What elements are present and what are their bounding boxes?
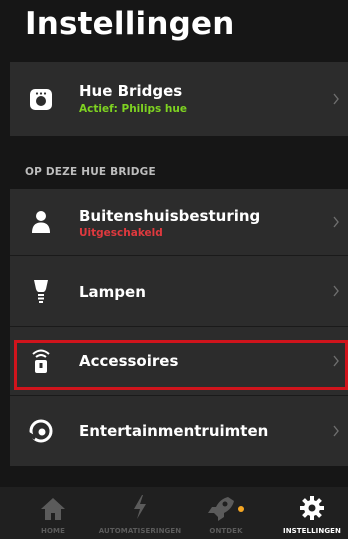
- remote-access-label: Buitenshuisbesturing: [79, 207, 261, 225]
- highlight-box: [14, 340, 348, 390]
- tab-home[interactable]: HOME: [22, 487, 84, 539]
- chevron-right-icon: [333, 425, 339, 437]
- chevron-right-icon: [333, 216, 339, 228]
- tab-automations[interactable]: AUTOMATISERINGEN: [90, 487, 190, 539]
- chevron-right-icon: [333, 285, 339, 297]
- bridge-icon: [30, 89, 52, 110]
- gear-icon: [300, 496, 324, 520]
- rocket-icon: [208, 497, 244, 521]
- tab-discover[interactable]: ONTDEK: [196, 487, 256, 539]
- lightning-icon: [134, 495, 146, 519]
- hue-bridges-label: Hue Bridges: [79, 82, 183, 100]
- hue-bridges-status: Actief: Philips hue: [79, 103, 187, 115]
- person-icon: [32, 211, 50, 233]
- tab-bar: HOME AUTOMATISERINGEN ONTDEK INSTELLINGE…: [0, 487, 348, 539]
- entertainment-label: Entertainmentruimten: [79, 422, 269, 440]
- home-icon: [41, 498, 65, 520]
- remote-access-status: Uitgeschakeld: [79, 227, 163, 239]
- page-title: Instellingen: [25, 6, 235, 42]
- tab-automations-label: AUTOMATISERINGEN: [98, 527, 182, 535]
- tab-discover-label: ONTDEK: [209, 527, 243, 535]
- hue-bridges-row[interactable]: Hue Bridges Actief: Philips hue: [10, 62, 348, 136]
- tab-settings-label: INSTELLINGEN: [282, 527, 342, 535]
- lights-row[interactable]: Lampen: [10, 256, 348, 326]
- bulb-icon: [34, 280, 48, 303]
- remote-access-row[interactable]: Buitenshuisbesturing Uitgeschakeld: [10, 189, 348, 255]
- entertainment-icon: [28, 419, 53, 443]
- tab-home-label: HOME: [41, 527, 65, 535]
- section-header: OP DEZE HUE BRIDGE: [25, 166, 156, 178]
- lights-label: Lampen: [79, 283, 146, 301]
- entertainment-row[interactable]: Entertainmentruimten: [10, 396, 348, 466]
- tab-settings[interactable]: INSTELLINGEN: [278, 487, 346, 539]
- chevron-right-icon: [333, 93, 339, 105]
